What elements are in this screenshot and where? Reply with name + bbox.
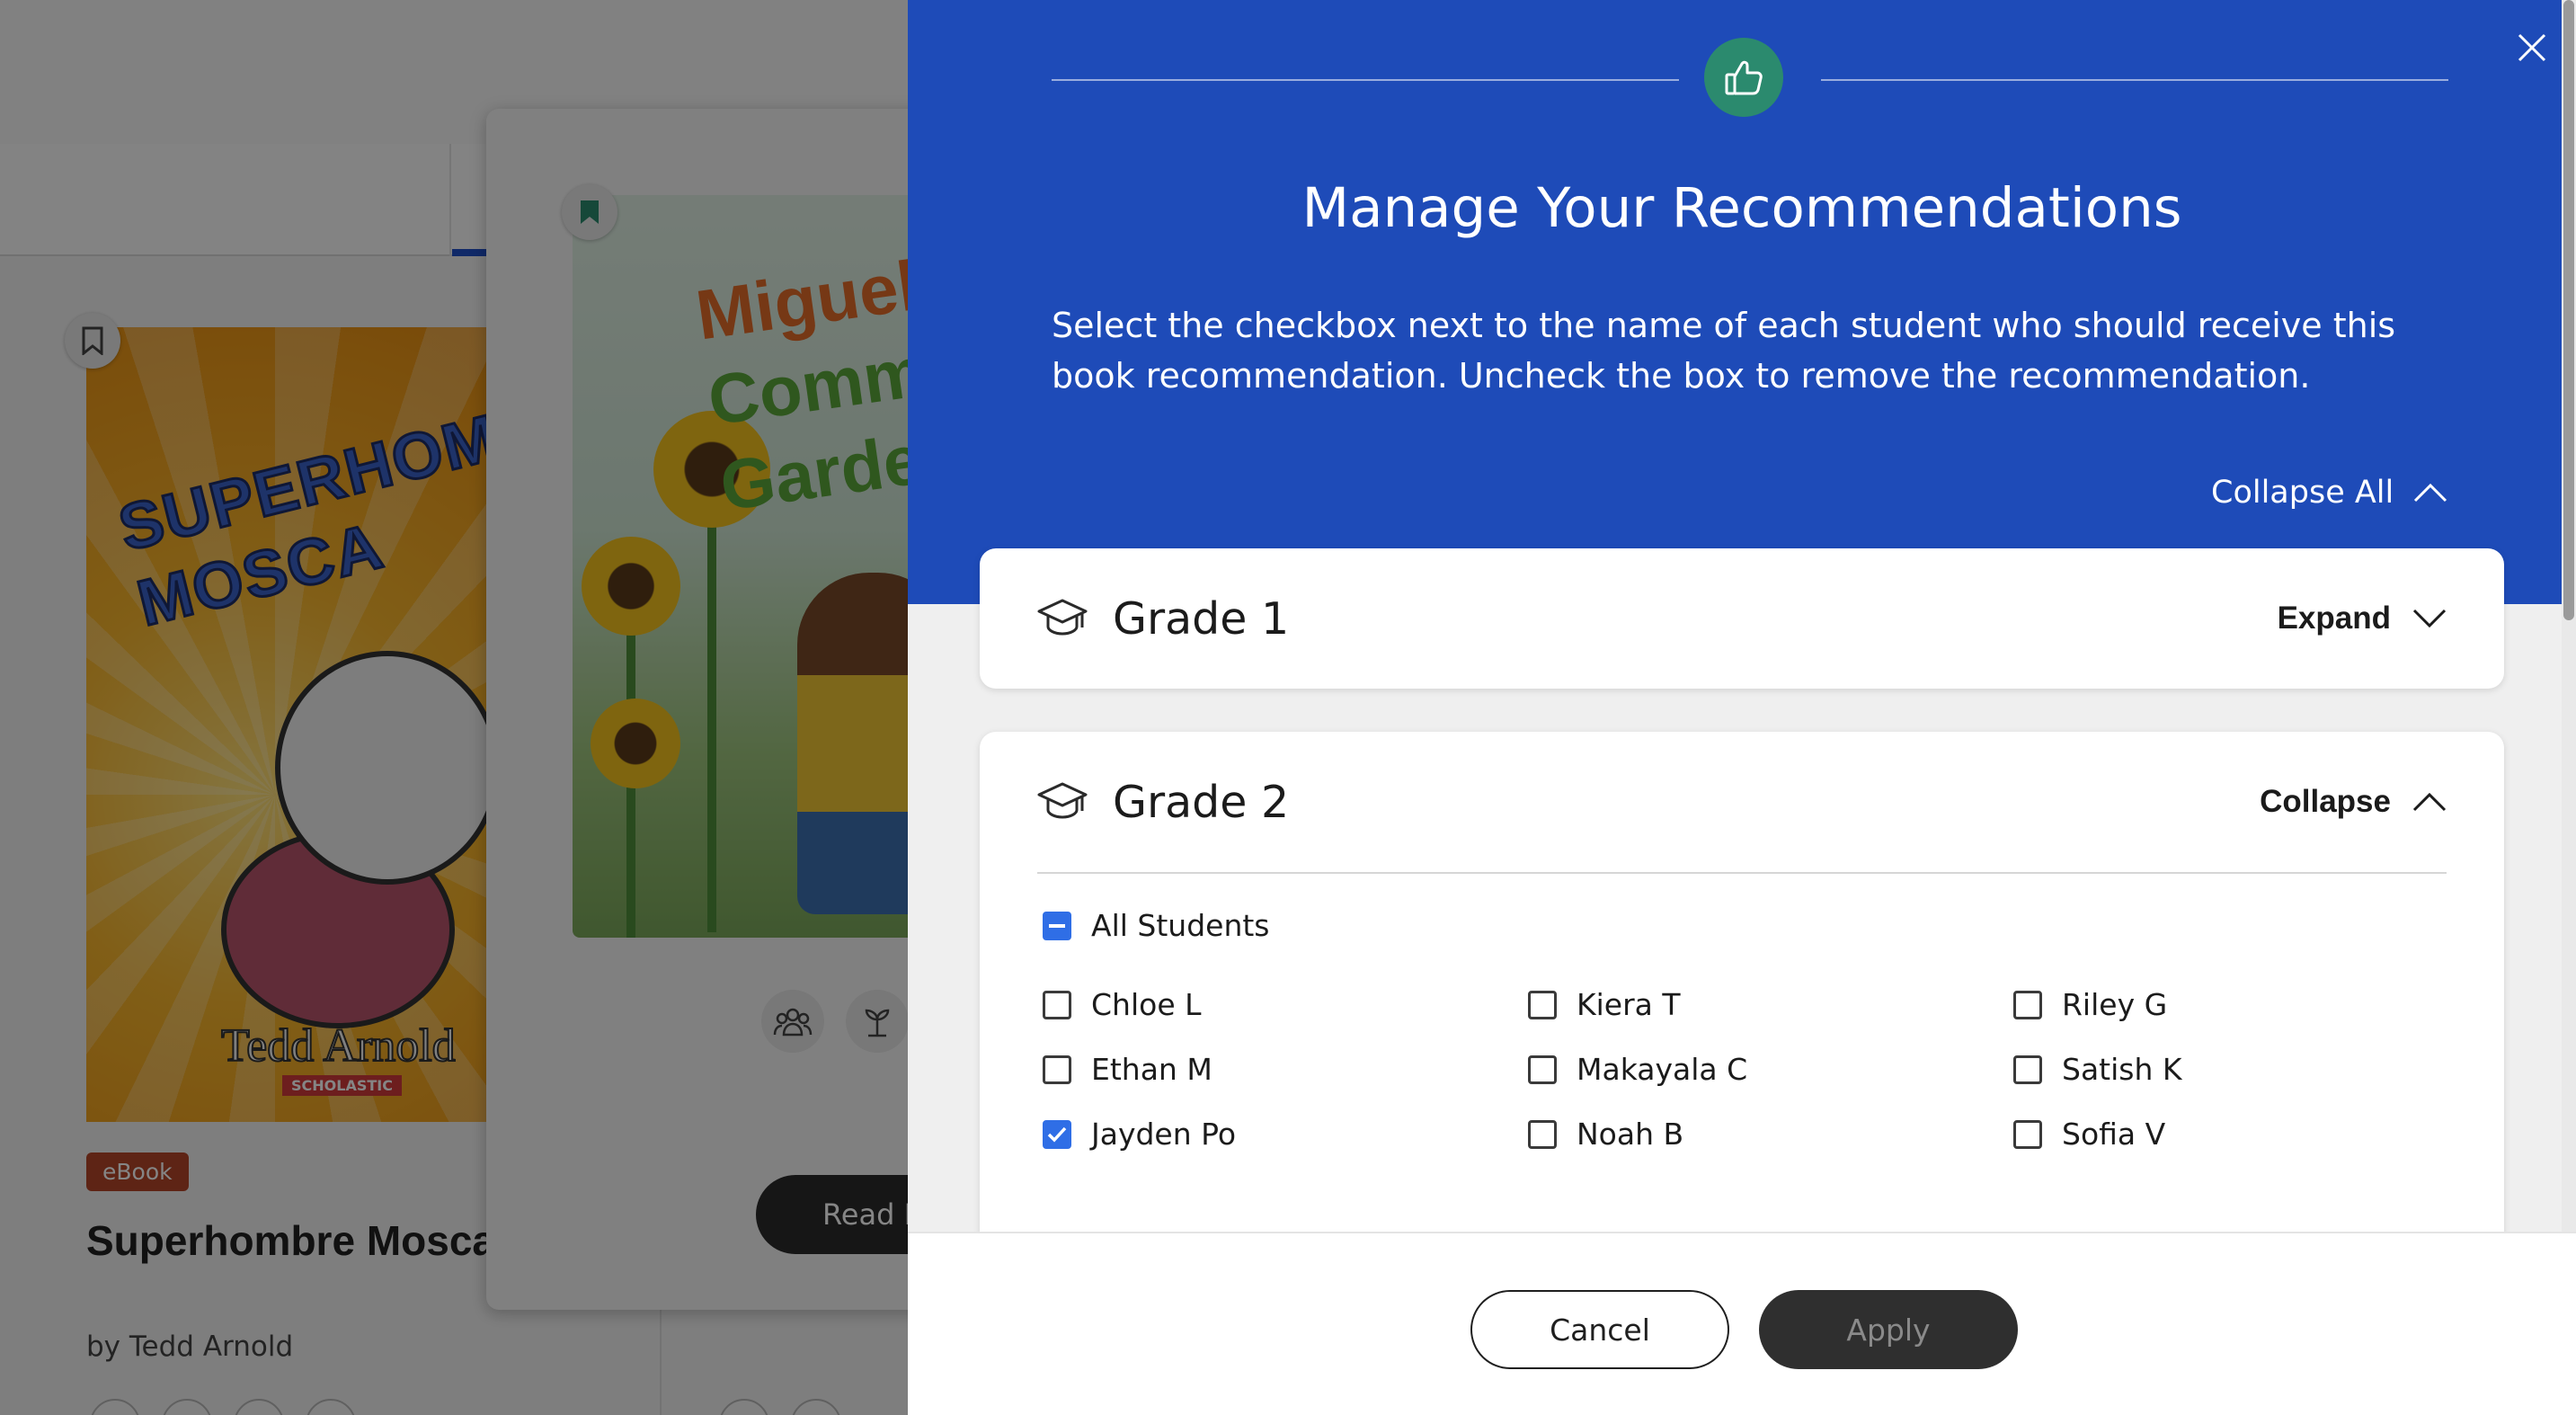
student-checkbox[interactable] <box>2013 990 2042 1019</box>
thumbs-up-icon <box>1725 60 1763 95</box>
modal-title: Manage Your Recommendations <box>1301 176 2182 240</box>
student-name: Sofia V <box>2062 1117 2166 1152</box>
student-checkbox[interactable] <box>1043 990 1071 1019</box>
grade-name: Grade 2 <box>1113 776 1290 828</box>
student-name: Chloe L <box>1091 987 1202 1022</box>
checkmark-icon <box>1047 1126 1067 1143</box>
close-icon <box>2518 33 2546 62</box>
grade-header[interactable]: Grade 1 Expand <box>1037 548 2447 689</box>
student-checkbox[interactable] <box>1528 1055 1557 1084</box>
student-checkbox-row[interactable]: Satish K <box>2013 1052 2182 1087</box>
graduation-cap-icon <box>1037 599 1088 636</box>
chevron-down-icon <box>2412 609 2447 628</box>
modal-footer: Cancel Apply <box>908 1232 2576 1415</box>
collapse-all-label: Collapse All <box>2211 475 2394 511</box>
student-name: Kiera T <box>1577 987 1681 1022</box>
student-checkbox[interactable] <box>1528 1119 1557 1149</box>
all-students-checkbox[interactable] <box>1043 911 1071 940</box>
student-checkbox[interactable] <box>1528 990 1557 1019</box>
collapse-all-button[interactable]: Collapse All <box>2211 466 2447 520</box>
student-checkbox-row[interactable]: Jayden Po <box>1043 1117 1236 1152</box>
student-checkbox-row[interactable]: Ethan M <box>1043 1052 1212 1087</box>
student-checkbox-row[interactable]: Chloe L <box>1043 987 1202 1022</box>
student-checkbox[interactable] <box>1043 1055 1071 1084</box>
manage-recommendations-panel: Manage Your Recommendations Select the c… <box>908 0 2576 1415</box>
student-name: Satish K <box>2062 1052 2182 1087</box>
student-name: Makayala C <box>1577 1052 1748 1087</box>
student-checkbox-row[interactable]: Makayala C <box>1528 1052 1747 1087</box>
close-button[interactable] <box>2508 23 2556 72</box>
decorative-line <box>1052 79 1679 81</box>
chevron-up-icon <box>2412 792 2447 812</box>
collapse-button[interactable]: Collapse <box>2260 784 2447 820</box>
scrollbar-thumb[interactable] <box>2563 0 2574 620</box>
student-name: Noah B <box>1577 1117 1684 1152</box>
grade-section-2: Grade 2 Collapse All Students Chloe L Kie… <box>980 732 2504 1289</box>
student-checkbox-row[interactable]: Noah B <box>1528 1117 1683 1152</box>
chevron-up-icon <box>2414 483 2447 503</box>
grade-name: Grade 1 <box>1113 592 1290 645</box>
collapse-label: Collapse <box>2260 784 2391 819</box>
expand-button[interactable]: Expand <box>2278 601 2447 636</box>
student-name: Ethan M <box>1091 1052 1212 1087</box>
student-checkbox[interactable] <box>1043 1119 1071 1149</box>
modal-description: Select the checkbox next to the name of … <box>1052 306 2396 396</box>
student-checkbox-row[interactable]: Sofia V <box>2013 1117 2165 1152</box>
student-checkbox-row[interactable]: Kiera T <box>1528 987 1681 1022</box>
student-name: Riley G <box>2062 987 2168 1022</box>
student-name: Jayden Po <box>1091 1117 1237 1152</box>
all-students-checkbox-row[interactable]: All Students <box>1043 908 1270 943</box>
student-checkbox-row[interactable]: Riley G <box>2013 987 2167 1022</box>
all-students-label: All Students <box>1091 908 1270 943</box>
grade-header[interactable]: Grade 2 Collapse <box>1037 732 2447 872</box>
apply-button[interactable]: Apply <box>1759 1290 2018 1369</box>
expand-label: Expand <box>2277 601 2391 636</box>
section-divider <box>1037 872 2447 874</box>
graduation-cap-icon <box>1037 782 1088 819</box>
modal-backdrop[interactable] <box>0 0 910 1415</box>
grade-section-1: Grade 1 Expand <box>980 548 2504 689</box>
student-checkbox[interactable] <box>2013 1119 2042 1149</box>
decorative-line <box>1821 79 2448 81</box>
student-checkbox[interactable] <box>2013 1055 2042 1084</box>
cancel-button[interactable]: Cancel <box>1470 1290 1729 1369</box>
minus-icon <box>1049 923 1065 928</box>
recommendation-badge <box>1704 38 1783 117</box>
